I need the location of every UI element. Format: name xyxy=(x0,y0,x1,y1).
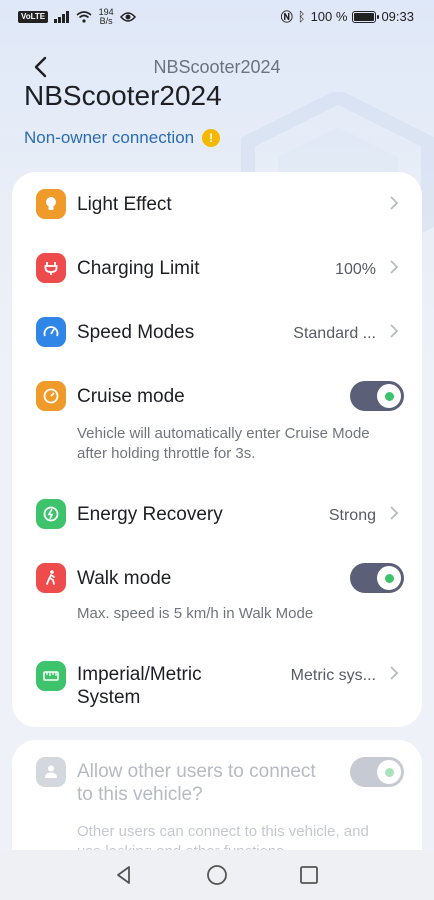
light-effect-row[interactable]: Light Effect xyxy=(12,172,422,236)
page-title: NBScooter2024 xyxy=(24,80,222,111)
recycle-bolt-icon xyxy=(36,499,66,529)
energy-recovery-label: Energy Recovery xyxy=(77,504,223,525)
units-row[interactable]: Imperial/Metric System Metric sys... xyxy=(12,644,422,727)
walk-mode-toggle[interactable] xyxy=(350,563,404,593)
toggle-on-indicator xyxy=(384,391,394,401)
chevron-right-icon xyxy=(390,196,399,210)
sharing-label: Allow other users to connect to this veh… xyxy=(77,761,316,805)
clock: 09:33 xyxy=(381,9,414,24)
toggle-knob xyxy=(377,566,401,590)
energy-recovery-value: Strong xyxy=(328,507,376,524)
network-speed: 194 B/s xyxy=(98,8,114,26)
charging-limit-value: 100% xyxy=(335,261,376,278)
charging-limit-row[interactable]: Charging Limit 100% xyxy=(12,236,422,300)
signal-icon xyxy=(54,11,70,23)
nav-back-icon[interactable] xyxy=(113,864,135,886)
walk-mode-row: Walk mode Max. speed is 5 km/h in Walk M… xyxy=(12,546,422,644)
units-value: Metric sys... xyxy=(290,667,376,684)
speed-modes-value: Standard ... xyxy=(293,325,376,342)
nav-home-icon[interactable] xyxy=(206,864,228,886)
walk-mode-description: Max. speed is 5 km/h in Walk Mode xyxy=(77,605,314,622)
status-bar: VoLTE 194 B/s Ⓝ ᛒ 100 % 09:33 xyxy=(0,0,434,34)
cruise-gauge-icon xyxy=(36,381,66,411)
cruise-mode-row: Cruise mode Vehicle will automatically e… xyxy=(12,364,422,482)
speed-modes-label: Speed Modes xyxy=(77,322,195,343)
chevron-right-icon xyxy=(390,260,399,274)
chevron-right-icon xyxy=(390,506,399,520)
sharing-toggle[interactable] xyxy=(350,757,404,787)
nav-recents-icon[interactable] xyxy=(298,864,320,886)
walk-mode-label: Walk mode xyxy=(77,568,172,589)
battery-percent: 100 % xyxy=(310,9,348,24)
units-label-line1: Imperial/Metric xyxy=(77,664,202,685)
energy-recovery-row[interactable]: Energy Recovery Strong xyxy=(12,482,422,546)
speed-modes-row[interactable]: Speed Modes Standard ... xyxy=(12,300,422,364)
charging-limit-label: Charging Limit xyxy=(77,258,200,279)
eye-icon xyxy=(120,12,137,22)
walking-person-icon xyxy=(36,563,66,593)
chevron-right-icon xyxy=(390,666,399,680)
warning-icon[interactable]: ! xyxy=(202,129,221,147)
battery-icon xyxy=(352,10,380,23)
settings-card: Light Effect Charging Limit 100% Speed M… xyxy=(12,172,422,727)
connection-status-label: Non-owner connection xyxy=(24,128,195,147)
chevron-right-icon xyxy=(390,324,399,338)
ruler-icon xyxy=(36,661,66,691)
toggle-on-indicator xyxy=(384,573,394,583)
cruise-mode-label: Cruise mode xyxy=(77,386,185,407)
units-label: Imperial/Metric System xyxy=(77,663,202,709)
network-speed-unit: B/s xyxy=(99,16,113,26)
toggle-knob xyxy=(377,384,401,408)
system-nav-bar xyxy=(0,850,434,900)
volte-indicator: VoLTE xyxy=(18,11,49,23)
nav-title: NBScooter2024 xyxy=(153,57,281,77)
connection-status[interactable]: Non-owner connection ! xyxy=(24,128,221,148)
users-icon xyxy=(36,757,66,787)
cruise-mode-description: Vehicle will automatically enter Cruise … xyxy=(77,425,370,462)
cruise-mode-toggle[interactable] xyxy=(350,381,404,411)
units-label-line2: System xyxy=(77,687,141,708)
toggle-knob xyxy=(377,760,401,784)
bluetooth-icon: ᛒ xyxy=(297,9,306,24)
wifi-icon xyxy=(76,11,92,23)
toggle-on-indicator xyxy=(384,767,394,777)
nfc-icon: Ⓝ xyxy=(280,10,293,24)
lightbulb-icon xyxy=(36,189,66,219)
light-effect-label: Light Effect xyxy=(77,194,172,215)
plug-icon xyxy=(36,253,66,283)
speed-gauge-icon xyxy=(36,317,66,347)
